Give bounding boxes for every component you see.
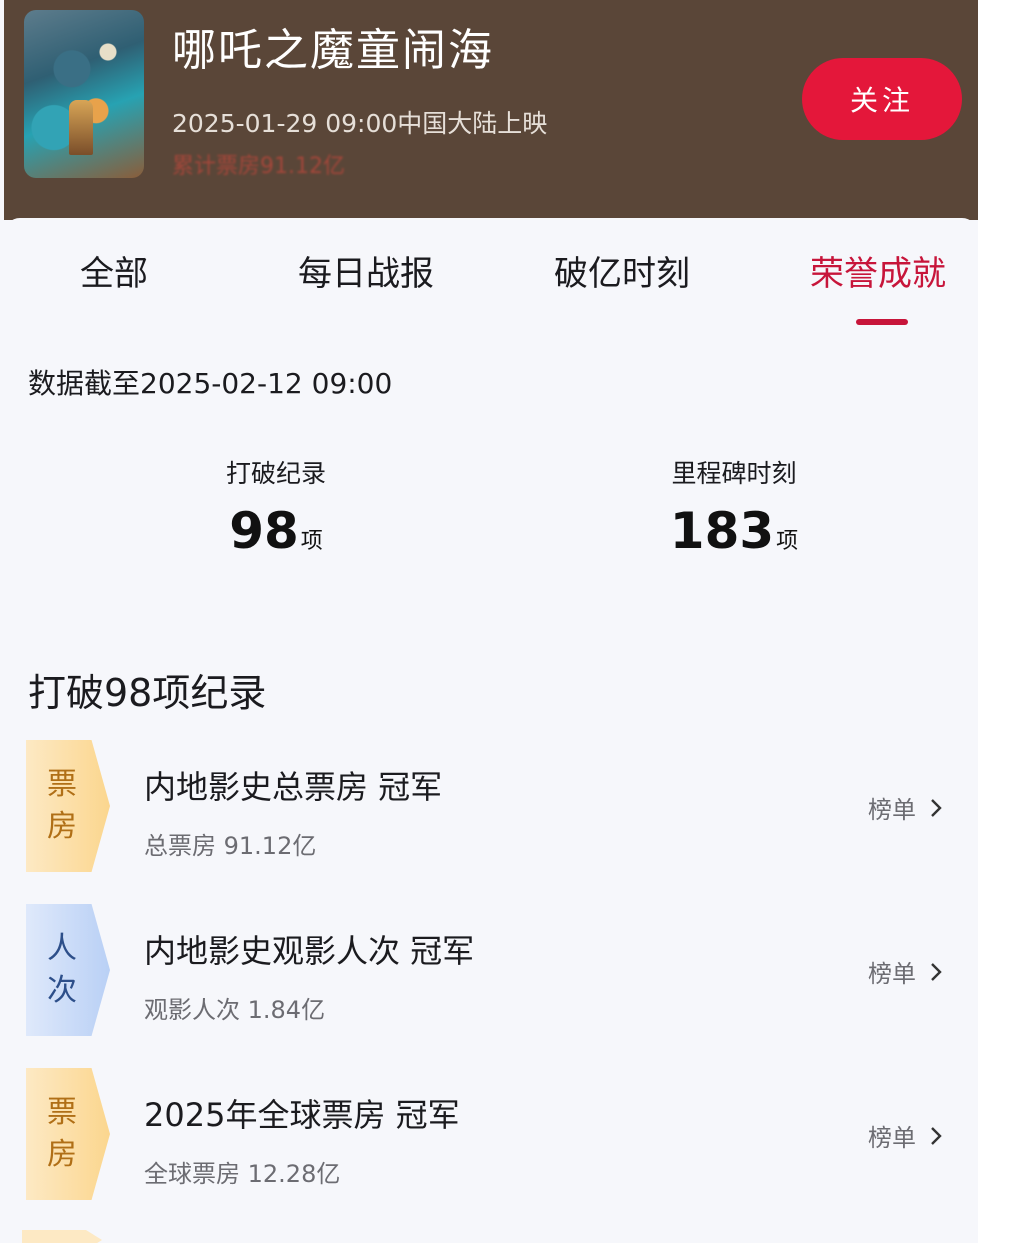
record-title: 内地影史观影人次 冠军 (144, 932, 475, 970)
content-panel: 全部 每日战报 破亿时刻 荣誉成就 数据截至2025-02-12 09:00 打… (4, 218, 978, 1243)
stat-value: 98 (229, 502, 299, 560)
movie-header: 哪吒之魔童闹海 2025-01-29 09:00中国大陆上映 累计票房91.12… (4, 0, 978, 220)
record-title: 内地影史总票房 冠军 (144, 768, 443, 806)
tab-daily-report[interactable]: 每日战报 (298, 246, 434, 295)
stat-milestones: 里程碑时刻 183项 (584, 454, 884, 560)
chevron-right-icon (931, 1126, 942, 1145)
record-subtitle: 总票房 91.12亿 (144, 832, 317, 860)
tab-billion-moments[interactable]: 破亿时刻 (554, 246, 690, 295)
tab-all[interactable]: 全部 (80, 246, 148, 295)
record-subtitle: 全球票房 12.28亿 (144, 1160, 341, 1188)
category-badge: 票 房 (26, 1068, 110, 1200)
ranking-link-label: 榜单 (868, 796, 916, 824)
stat-value: 183 (669, 502, 775, 560)
record-subtitle: 观影人次 1.84亿 (144, 996, 326, 1024)
stat-label: 里程碑时刻 (671, 459, 797, 488)
chevron-right-icon (931, 962, 942, 981)
ranking-link[interactable]: 榜单 (868, 790, 942, 825)
category-badge: 票 房 (26, 740, 110, 872)
ranking-link-label: 榜单 (868, 1124, 916, 1152)
list-item[interactable]: 票 房 内地影史总票房 冠军 总票房 91.12亿 榜单 (4, 736, 978, 876)
stats-card: 打破纪录 98项 里程碑时刻 183项 (24, 418, 978, 608)
ranking-link[interactable]: 榜单 (868, 1118, 942, 1153)
record-title: 2025年全球票房 冠军 (144, 1096, 460, 1134)
ranking-link[interactable]: 榜单 (868, 954, 942, 989)
stat-unit: 项 (776, 529, 799, 554)
ranking-link-label: 榜单 (868, 960, 916, 988)
page-margin (978, 0, 1020, 1243)
tab-honors[interactable]: 荣誉成就 (810, 246, 946, 295)
release-info: 2025-01-29 09:00中国大陆上映 (172, 109, 548, 138)
tab-bar: 全部 每日战报 破亿时刻 荣誉成就 (4, 246, 978, 336)
stat-label: 打破纪录 (225, 459, 326, 488)
cumulative-box-office: 累计票房91.12亿 (172, 154, 345, 179)
list-item[interactable]: 票 房 2025年全球票房 冠军 全球票房 12.28亿 榜单 (4, 1064, 978, 1204)
movie-poster[interactable] (24, 10, 144, 178)
list-item[interactable]: 人 次 内地影史观影人次 冠军 观影人次 1.84亿 榜单 (4, 900, 978, 1040)
stat-records-broken: 打破纪录 98项 (126, 454, 426, 560)
movie-title: 哪吒之魔童闹海 (172, 25, 494, 76)
follow-button[interactable]: 关注 (802, 58, 962, 140)
stat-unit: 项 (300, 529, 323, 554)
chevron-right-icon (931, 798, 942, 817)
category-badge: 人 次 (26, 904, 110, 1036)
active-tab-indicator (856, 319, 908, 325)
data-as-of: 数据截至2025-02-12 09:00 (28, 367, 393, 400)
section-title: 打破98项纪录 (28, 671, 267, 715)
app-screen: 哪吒之魔童闹海 2025-01-29 09:00中国大陆上映 累计票房91.12… (0, 0, 978, 1243)
